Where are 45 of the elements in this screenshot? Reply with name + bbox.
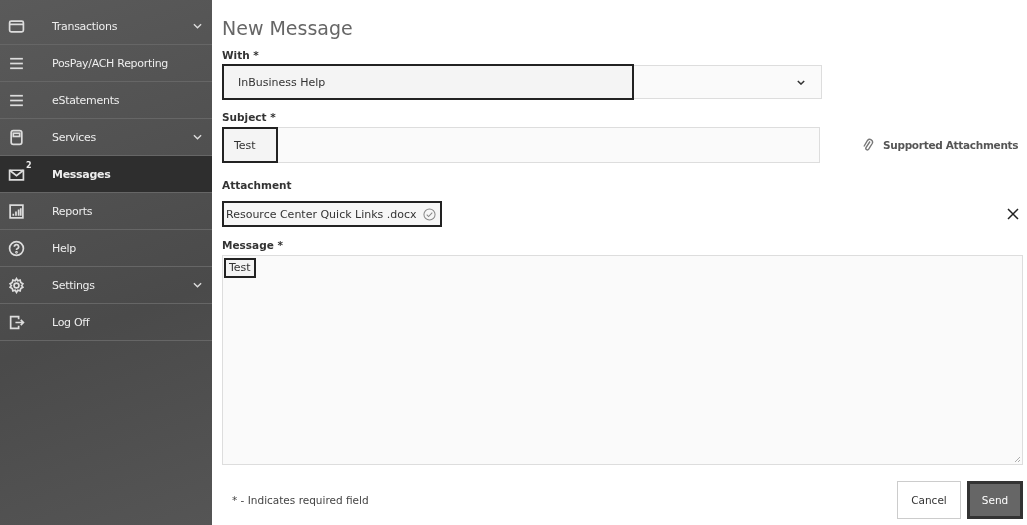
selected-value: InBusiness Help bbox=[222, 64, 634, 100]
log-off-icon bbox=[8, 313, 25, 331]
resize-grip-icon bbox=[1014, 456, 1020, 462]
field-label: Attachment bbox=[222, 179, 293, 191]
field-value: Test bbox=[222, 127, 278, 163]
bar-chart-icon bbox=[8, 202, 25, 220]
close-icon[interactable] bbox=[1007, 208, 1019, 220]
nav-label: Reports bbox=[52, 204, 94, 218]
field-label: With * bbox=[222, 49, 260, 61]
subject-field[interactable]: Test bbox=[222, 127, 820, 163]
field-label: Message * bbox=[222, 239, 284, 251]
settings-icon bbox=[8, 276, 25, 294]
message-field[interactable]: Test bbox=[222, 255, 1023, 465]
nav-item[interactable]: eStatements bbox=[0, 82, 212, 119]
send-button[interactable]: Send bbox=[967, 481, 1023, 519]
supported-attachments-link[interactable]: Supported Attachments bbox=[883, 139, 1019, 151]
nav-item[interactable]: Log Off bbox=[0, 304, 212, 341]
nav-label: Messages bbox=[52, 167, 112, 181]
nav-label: Transactions bbox=[52, 19, 119, 33]
nav-label: Log Off bbox=[52, 315, 91, 329]
check-circle-icon bbox=[422, 207, 436, 221]
recipient-select[interactable]: InBusiness Help bbox=[222, 65, 822, 99]
help-icon bbox=[8, 239, 25, 257]
nav-item[interactable]: Settings bbox=[0, 267, 212, 304]
required-note: * - Indicates required field bbox=[232, 494, 370, 506]
paperclip-icon bbox=[862, 137, 874, 153]
page-title: New Message bbox=[222, 17, 354, 39]
attachment-name: Resource Center Quick Links .docx bbox=[226, 207, 417, 221]
nav-item[interactable]: Reports bbox=[0, 193, 212, 230]
cancel-button[interactable]: Cancel bbox=[897, 481, 961, 519]
nav-label: Help bbox=[52, 241, 77, 255]
nav-item[interactable]: Help bbox=[0, 230, 212, 267]
nav-item[interactable]: 2 Messages bbox=[0, 156, 212, 193]
nav-item[interactable]: Transactions bbox=[0, 8, 212, 45]
badge-count: 2 bbox=[26, 160, 32, 170]
nav-item[interactable]: PosPay/ACH Reporting bbox=[0, 45, 212, 82]
nav-label: Settings bbox=[52, 278, 96, 292]
card-icon bbox=[8, 17, 25, 35]
nav-label: PosPay/ACH Reporting bbox=[52, 56, 170, 70]
field-value: Test bbox=[224, 257, 256, 278]
field-label: Subject * bbox=[222, 111, 277, 123]
caret-icon bbox=[797, 79, 805, 85]
nav-label: Services bbox=[52, 130, 97, 144]
calculator-icon bbox=[8, 128, 25, 146]
nav-label: eStatements bbox=[52, 93, 121, 107]
